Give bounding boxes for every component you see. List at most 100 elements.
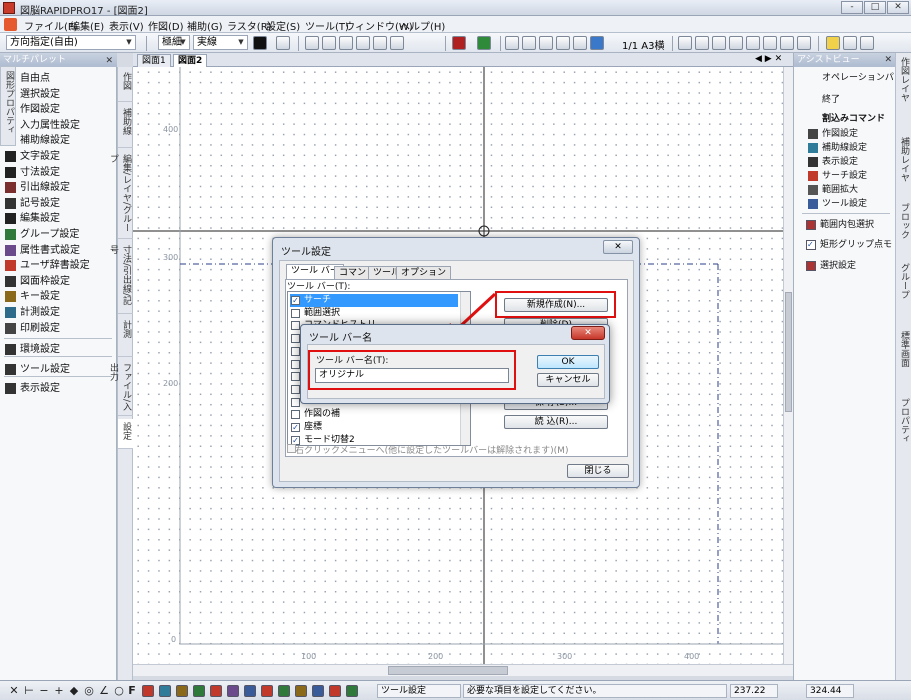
circle-snap-icon[interactable]: ◎ <box>83 684 95 697</box>
interrupt-command[interactable]: 範囲拡大 <box>808 183 894 197</box>
toolbar-checkbox[interactable] <box>291 308 300 318</box>
save-icon[interactable] <box>729 36 743 50</box>
end-item[interactable]: 終了 <box>808 93 894 107</box>
toolbar-checkbox[interactable] <box>291 397 300 407</box>
interrupt-command[interactable]: 表示設定 <box>808 155 894 169</box>
close-dialog-button[interactable]: 閉じる <box>567 464 629 478</box>
pin-icon[interactable]: ✕ <box>884 53 892 67</box>
cross-snap-icon[interactable]: ✕ <box>8 684 20 697</box>
right-strip-tab[interactable]: 標準画面 <box>897 331 911 367</box>
print-preview-icon[interactable] <box>797 36 811 50</box>
palette-item[interactable]: 文字設定 <box>2 149 116 164</box>
toolbar-checkbox[interactable] <box>291 359 300 369</box>
toolbar-checkbox[interactable] <box>291 346 300 356</box>
new-file-icon[interactable] <box>678 36 692 50</box>
menu-aux[interactable]: 補助(G) <box>187 18 223 33</box>
cancel-button[interactable]: キャンセル <box>537 373 599 387</box>
palette-item[interactable]: ユーザ辞書設定 <box>2 258 116 273</box>
toolbar-checkbox[interactable] <box>291 334 300 344</box>
right-click-checkbox[interactable] <box>287 444 296 453</box>
point-snap-icon[interactable] <box>339 36 353 50</box>
vertical-scroll-thumb[interactable] <box>785 292 792 412</box>
palette-item[interactable]: 計測設定 <box>2 305 116 320</box>
pen-icon[interactable] <box>276 36 290 50</box>
menu-settings[interactable]: 設定(S) <box>266 18 300 33</box>
palette-item[interactable]: 入力属性設定 <box>2 118 116 133</box>
right-strip-tab[interactable]: ブロック <box>897 203 911 239</box>
pin-icon[interactable]: ✕ <box>105 54 113 68</box>
category-tab[interactable]: 編集/レイヤ/グループ <box>108 151 133 239</box>
tab-options[interactable]: オプション <box>396 266 452 279</box>
toolbar-list-item[interactable]: ✓ サーチ <box>290 294 458 307</box>
line-tool-icon[interactable] <box>390 36 404 50</box>
menu-edit[interactable]: 編集(E) <box>70 18 104 33</box>
vertical-scrollbar[interactable] <box>783 67 793 664</box>
menu-raster[interactable]: ラスタ(R) <box>227 18 272 33</box>
group-icon[interactable] <box>477 36 491 50</box>
layer-icon[interactable] <box>452 36 466 50</box>
category-tab[interactable]: 設定 <box>118 419 133 449</box>
line-snap-icon[interactable]: ⊢ <box>23 684 35 697</box>
menu-draw[interactable]: 作図(D) <box>148 18 184 33</box>
maximize-button[interactable]: □ <box>864 1 886 14</box>
save-as-icon[interactable] <box>746 36 760 50</box>
palette-item[interactable]: 図面枠設定 <box>2 274 116 289</box>
palette-item[interactable]: 自由点 <box>2 71 116 86</box>
assist-option[interactable]: ✓ 矩形グリップ点モ... <box>806 238 892 252</box>
mode-toggle-icon[interactable] <box>295 685 307 697</box>
horizontal-scrollbar[interactable] <box>133 664 793 676</box>
toolbar-checkbox[interactable] <box>291 410 300 420</box>
direction-combo[interactable]: 方向指定(自由) ▼ <box>6 35 136 50</box>
print-icon[interactable] <box>780 36 794 50</box>
free-point-icon[interactable]: F <box>126 684 138 697</box>
tab-scroll-icon[interactable]: ◀ ▶ ✕ <box>755 54 782 64</box>
line-type-combo[interactable]: 実線 ▼ <box>193 35 248 50</box>
palette-item[interactable]: 印刷設定 <box>2 321 116 336</box>
color-picker-icon[interactable] <box>253 36 267 50</box>
mode-toggle-icon[interactable] <box>142 685 154 697</box>
mode-toggle-icon[interactable] <box>176 685 188 697</box>
right-strip-tab[interactable]: 補助レイヤ <box>897 137 911 182</box>
ok-button[interactable]: OK <box>537 355 599 369</box>
palette-item[interactable]: 編集設定 <box>2 211 116 226</box>
mode-toggle-icon[interactable] <box>159 685 171 697</box>
menu-help[interactable]: ヘルプ(H) <box>400 18 445 33</box>
toolbar-list-item[interactable]: 範囲選択 <box>290 307 458 320</box>
brush-icon[interactable] <box>373 36 387 50</box>
palette-item[interactable]: 記号設定 <box>2 196 116 211</box>
toolbar-checkbox[interactable]: ✓ <box>291 296 300 305</box>
subdialog-close-button[interactable]: ✕ <box>571 326 605 340</box>
category-tab[interactable]: 作図 <box>118 69 133 102</box>
cut-icon[interactable] <box>505 36 519 50</box>
dialog-close-button[interactable]: ✕ <box>603 240 633 254</box>
select-icon[interactable] <box>556 36 570 50</box>
menu-view[interactable]: 表示(V) <box>109 18 144 33</box>
menu-tools[interactable]: ツール(T) <box>305 18 349 33</box>
info-icon[interactable] <box>843 36 857 50</box>
mode-toggle-icon[interactable] <box>244 685 256 697</box>
palette-item[interactable]: ツール設定 <box>2 362 116 377</box>
close-window-button[interactable]: ✕ <box>887 1 909 14</box>
assist-option[interactable]: 選択設定 <box>806 259 892 273</box>
paste-icon[interactable] <box>539 36 553 50</box>
palette-item[interactable]: 補助線設定 <box>2 133 116 148</box>
palette-item[interactable]: グループ設定 <box>2 227 116 242</box>
help-icon[interactable] <box>826 36 840 50</box>
line-width-combo[interactable]: 極細 ▼ <box>158 35 190 50</box>
interrupt-command[interactable]: 補助線設定 <box>808 141 894 155</box>
interrupt-command[interactable]: ツール設定 <box>808 197 894 211</box>
interrupt-command[interactable]: 作図設定 <box>808 127 894 141</box>
palette-item[interactable]: 表示設定 <box>2 381 116 396</box>
palette-item[interactable]: 作図設定 <box>2 102 116 117</box>
system-menu-icon[interactable] <box>4 18 17 31</box>
mode-toggle-icon[interactable] <box>346 685 358 697</box>
open-file-icon[interactable] <box>695 36 709 50</box>
load-button[interactable]: 読 込(R)... <box>504 415 608 429</box>
mode-toggle-icon[interactable] <box>261 685 273 697</box>
toolbar-checkbox[interactable] <box>291 372 300 382</box>
interrupt-command[interactable]: サーチ設定 <box>808 169 894 183</box>
tangent-snap-icon[interactable]: ○ <box>113 684 125 697</box>
mode-toggle-icon[interactable] <box>227 685 239 697</box>
palette-item[interactable]: 引出線設定 <box>2 180 116 195</box>
operation-palette-item[interactable]: オペレーションパッ... <box>808 71 894 85</box>
